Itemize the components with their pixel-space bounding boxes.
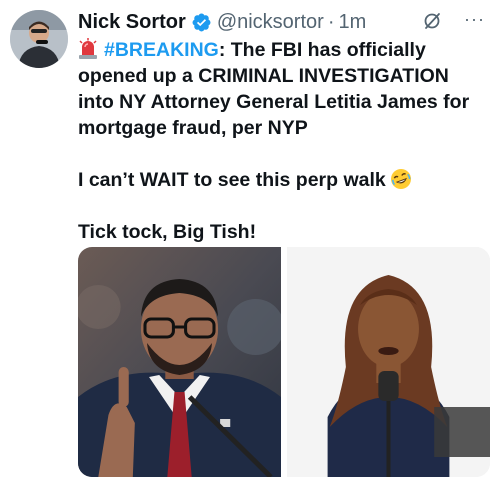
tweet-line-6: Tick tock, Big Tish! <box>78 221 257 243</box>
avatar-photo <box>10 10 68 68</box>
rolling-laughing-emoji <box>390 168 412 190</box>
tweet-media-grid <box>78 247 490 477</box>
tweet-line-1: #BREAKING: The FBI has officially <box>78 37 488 63</box>
timestamp[interactable]: 1m <box>338 11 366 34</box>
tweet-text: #BREAKING: The FBI has officially opened… <box>78 37 488 245</box>
tweet-line-4: mortgage fraud, per NYP <box>78 117 308 139</box>
author-handle[interactable]: @nicksortor <box>217 11 324 34</box>
tweet-line-5: I can’t WAIT to see this perp walk <box>78 167 488 193</box>
tweet-line-1-text: : The FBI has officially <box>218 39 426 61</box>
police-light-emoji <box>78 38 98 60</box>
tweet-header: Nick Sortor @nicksortor · 1m ··· <box>78 9 488 35</box>
tweet-line-3: into NY Attorney General Letitia James f… <box>78 91 470 113</box>
verified-badge-icon <box>191 12 212 33</box>
tweet-line-2: opened up a CRIMINAL INVESTIGATION <box>78 65 449 87</box>
avatar[interactable] <box>10 10 68 68</box>
tweet-line-5-text: I can’t WAIT to see this perp walk <box>78 169 386 191</box>
author-name[interactable]: Nick Sortor <box>78 11 186 34</box>
breaking-hashtag[interactable]: #BREAKING <box>104 39 219 61</box>
more-options-icon[interactable]: ··· <box>464 9 488 33</box>
photo-woman-at-podium[interactable] <box>287 247 490 477</box>
photo-man-speaking[interactable] <box>78 247 281 477</box>
separator-dot: · <box>327 10 335 33</box>
grok-icon[interactable] <box>422 11 442 31</box>
